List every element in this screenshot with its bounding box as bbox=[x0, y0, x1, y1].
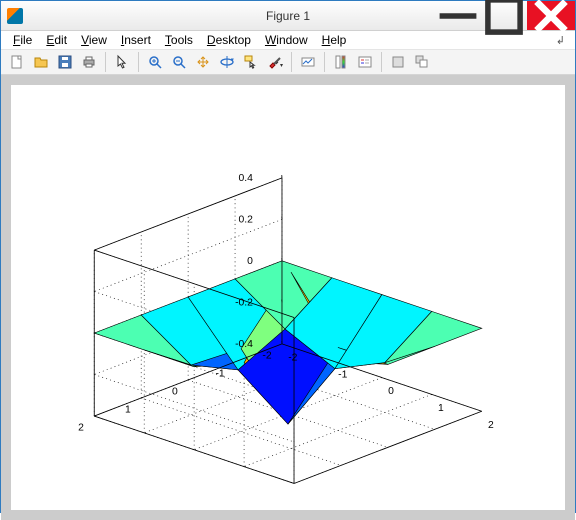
svg-text:1: 1 bbox=[438, 403, 444, 414]
menu-window[interactable]: Window bbox=[259, 31, 314, 49]
svg-text:1: 1 bbox=[125, 405, 131, 416]
svg-text:0: 0 bbox=[388, 386, 394, 397]
close-button[interactable] bbox=[527, 1, 575, 30]
svg-text:-1: -1 bbox=[338, 369, 347, 380]
menu-view[interactable]: View bbox=[75, 31, 113, 49]
new-figure-button[interactable] bbox=[5, 50, 29, 74]
save-button[interactable] bbox=[53, 50, 77, 74]
minimize-button[interactable] bbox=[435, 1, 481, 30]
toolbar-separator bbox=[105, 52, 106, 72]
show-plottools-button[interactable] bbox=[410, 50, 434, 74]
svg-text:0: 0 bbox=[172, 386, 178, 397]
menu-edit[interactable]: Edit bbox=[40, 31, 73, 49]
colorbar-button[interactable] bbox=[329, 50, 353, 74]
legend-button[interactable] bbox=[353, 50, 377, 74]
toolbar-separator bbox=[381, 52, 382, 72]
svg-text:-0.4: -0.4 bbox=[235, 339, 253, 350]
brush-button[interactable]: ▾ bbox=[263, 50, 287, 74]
menu-desktop[interactable]: Desktop bbox=[201, 31, 257, 49]
datacursor-button[interactable] bbox=[239, 50, 263, 74]
menu-tools[interactable]: Tools bbox=[159, 31, 199, 49]
axes-3d[interactable]: -0.4-0.200.20.4-2-1012-2-1012 bbox=[11, 85, 565, 510]
svg-text:2: 2 bbox=[488, 420, 494, 431]
svg-text:-2: -2 bbox=[262, 350, 271, 361]
hide-plottools-button[interactable] bbox=[386, 50, 410, 74]
toolbar-separator bbox=[324, 52, 325, 72]
print-button[interactable] bbox=[77, 50, 101, 74]
zoom-out-button[interactable] bbox=[167, 50, 191, 74]
zoom-in-button[interactable] bbox=[143, 50, 167, 74]
svg-text:0.2: 0.2 bbox=[239, 214, 254, 225]
titlebar[interactable]: Figure 1 bbox=[1, 1, 575, 31]
pan-button[interactable] bbox=[191, 50, 215, 74]
svg-text:2: 2 bbox=[78, 423, 84, 434]
matlab-icon bbox=[7, 8, 23, 24]
open-button[interactable] bbox=[29, 50, 53, 74]
rotate3d-button[interactable] bbox=[215, 50, 239, 74]
link-plot-button[interactable] bbox=[296, 50, 320, 74]
figure-window: Figure 1 File Edit View Insert Tools Des… bbox=[0, 0, 576, 513]
svg-text:-1: -1 bbox=[215, 368, 224, 379]
svg-text:0: 0 bbox=[247, 256, 253, 267]
pointer-button[interactable] bbox=[110, 50, 134, 74]
svg-text:0.4: 0.4 bbox=[239, 173, 254, 184]
menu-file[interactable]: File bbox=[7, 31, 38, 49]
plot-area: -0.4-0.200.20.4-2-1012-2-1012 bbox=[1, 75, 575, 520]
maximize-button[interactable] bbox=[481, 1, 527, 30]
menu-insert[interactable]: Insert bbox=[115, 31, 157, 49]
svg-text:▾: ▾ bbox=[280, 63, 283, 69]
toolbar-separator bbox=[138, 52, 139, 72]
toolbar: ▾ bbox=[1, 50, 575, 75]
toolbar-separator bbox=[291, 52, 292, 72]
svg-text:-2: -2 bbox=[288, 352, 297, 363]
menu-help[interactable]: Help bbox=[316, 31, 353, 49]
